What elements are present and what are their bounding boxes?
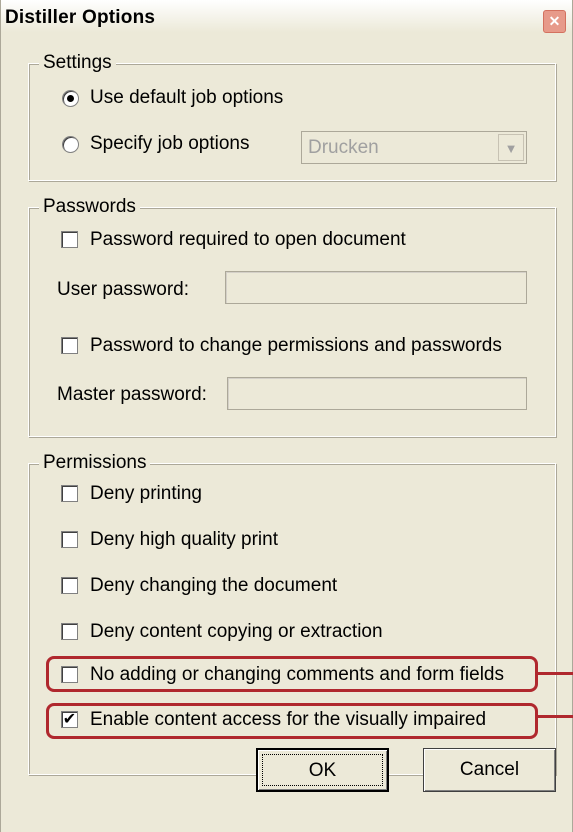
permissions-legend: Permissions [39, 452, 151, 474]
deny-printing-checkbox[interactable] [61, 485, 78, 502]
chevron-down-icon[interactable]: ▼ [498, 134, 524, 161]
deny-changing-document-checkbox[interactable] [61, 577, 78, 594]
focus-rectangle [262, 754, 383, 786]
specify-job-options-radio[interactable] [62, 136, 79, 153]
specify-job-options-label[interactable]: Specify job options [90, 133, 250, 155]
passwords-legend: Passwords [39, 196, 140, 218]
enable-accessibility-checkbox[interactable]: ✔ [61, 711, 78, 728]
password-open-checkbox[interactable] [61, 231, 78, 248]
distiller-options-dialog: Distiller Options ✕ Settings Use default… [0, 0, 573, 832]
highlight-leader-line [537, 672, 573, 675]
radio-selected-dot [67, 95, 74, 102]
password-open-label[interactable]: Password required to open document [90, 229, 406, 251]
close-icon[interactable]: ✕ [543, 10, 566, 33]
use-default-label[interactable]: Use default job options [90, 87, 283, 109]
deny-high-quality-print-checkbox[interactable] [61, 531, 78, 548]
user-password-field[interactable] [225, 271, 527, 304]
cancel-button-label: Cancel [459, 759, 520, 780]
enable-accessibility-label[interactable]: Enable content access for the visually i… [90, 709, 486, 731]
deny-high-quality-print-label[interactable]: Deny high quality print [90, 529, 278, 551]
deny-printing-label[interactable]: Deny printing [90, 483, 202, 505]
cancel-button[interactable]: Cancel [423, 748, 556, 792]
password-permissions-checkbox[interactable] [61, 337, 78, 354]
dialog-title: Distiller Options [5, 7, 156, 28]
highlight-leader-line [537, 715, 573, 718]
password-permissions-label[interactable]: Password to change permissions and passw… [90, 335, 502, 357]
master-password-label: Master password: [57, 384, 207, 405]
user-password-label: User password: [57, 279, 189, 300]
title-bar[interactable]: Distiller Options ✕ [1, 0, 572, 38]
deny-changing-document-label[interactable]: Deny changing the document [90, 575, 337, 597]
deny-copying-checkbox[interactable] [61, 623, 78, 640]
use-default-radio[interactable] [62, 90, 79, 107]
ok-button[interactable]: OK [256, 748, 389, 792]
settings-legend: Settings [39, 52, 116, 74]
master-password-field[interactable] [227, 377, 527, 410]
no-comments-checkbox[interactable] [61, 666, 78, 683]
deny-copying-label[interactable]: Deny content copying or extraction [90, 621, 383, 643]
joboptions-dropdown[interactable]: Drucken ▼ [301, 131, 527, 164]
joboptions-value: Drucken [308, 137, 379, 158]
no-comments-label[interactable]: No adding or changing comments and form … [90, 664, 504, 686]
